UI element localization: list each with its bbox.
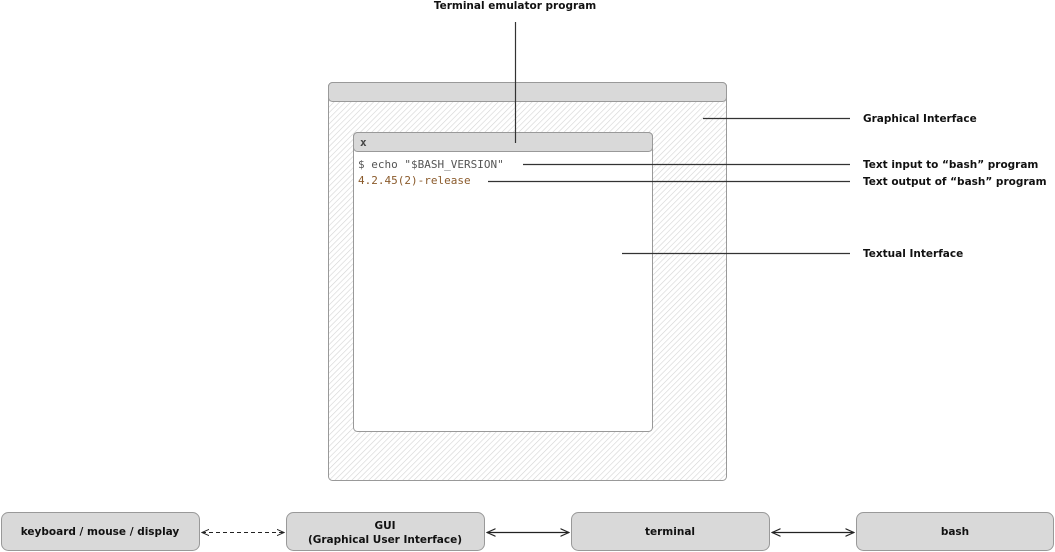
close-icon[interactable]: x bbox=[360, 136, 367, 149]
label-textual-interface: Textual Interface bbox=[863, 248, 963, 260]
label-text-output: Text output of “bash” program bbox=[863, 176, 1047, 188]
svg-text:GUI: GUI bbox=[374, 520, 395, 532]
svg-text:bash: bash bbox=[941, 526, 969, 538]
flow-node-bash: bash bbox=[856, 512, 1054, 551]
svg-text:(Graphical User Interface): (Graphical User Interface) bbox=[308, 534, 462, 546]
label-terminal-emulator: Terminal emulator program bbox=[434, 0, 596, 12]
label-text-input: Text input to “bash” program bbox=[863, 159, 1038, 171]
terminal-titlebar bbox=[353, 132, 653, 152]
flow-node-terminal: terminal bbox=[571, 512, 770, 551]
flow-node-gui: GUI (Graphical User Interface) bbox=[286, 512, 485, 551]
terminal-window: x $ echo "$BASH_VERSION" 4.2.45(2)-relea… bbox=[353, 132, 653, 432]
diagram: x $ echo "$BASH_VERSION" 4.2.45(2)-relea… bbox=[1, 0, 1054, 551]
flow-node-keyboard: keyboard / mouse / display bbox=[1, 512, 200, 551]
svg-text:terminal: terminal bbox=[645, 526, 695, 538]
svg-text:keyboard / mouse / display: keyboard / mouse / display bbox=[21, 526, 180, 538]
label-graphical-interface: Graphical Interface bbox=[863, 113, 977, 125]
gui-window-titlebar bbox=[328, 82, 727, 102]
terminal-output-line: 4.2.45(2)-release bbox=[358, 174, 471, 187]
terminal-input-line: $ echo "$BASH_VERSION" bbox=[358, 158, 504, 171]
